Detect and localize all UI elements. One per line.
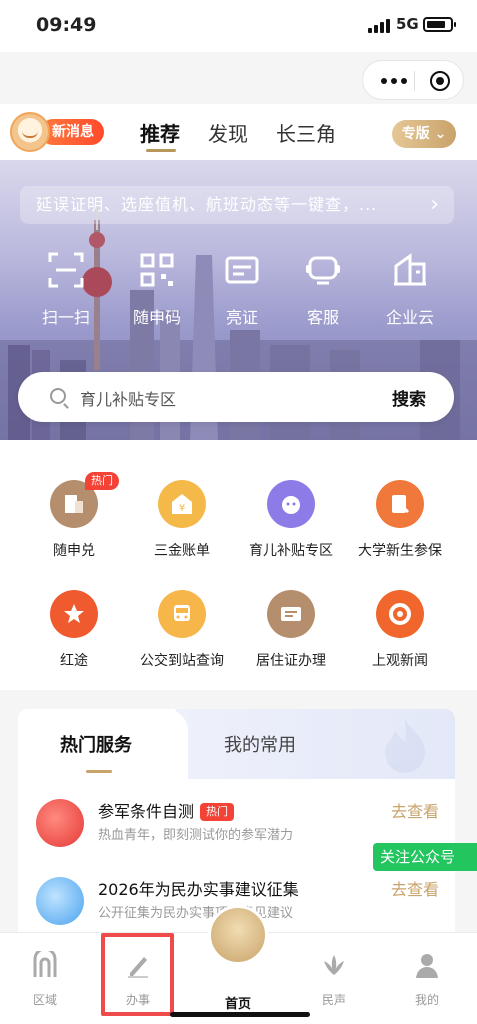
service-bus-query[interactable]: 公交到站查询 xyxy=(123,590,241,670)
nav-home-label[interactable]: 首页 xyxy=(208,993,268,1012)
nav-voice[interactable]: 民声 xyxy=(304,951,364,1008)
service-grid: 热门 随申兑 ¥ 三金账单 育儿补贴专区 大学新生参保 红途 公交到站查询 居住… xyxy=(0,440,477,690)
id-card-icon xyxy=(225,256,259,284)
profile-icon xyxy=(416,954,438,978)
network-type: 5G xyxy=(396,15,419,33)
edition-label: 专版 xyxy=(401,126,430,142)
item-title: 参军条件自测 热门 xyxy=(98,798,235,822)
nav-label: 区域 xyxy=(32,993,57,1007)
quick-action-label: 随申码 xyxy=(132,308,181,327)
service-fund-bill[interactable]: ¥ 三金账单 xyxy=(123,480,241,560)
quick-action-suishenma[interactable]: 随申码 xyxy=(117,252,197,328)
region-icon xyxy=(33,947,57,977)
capsule-divider xyxy=(414,71,415,91)
customer-service-icon xyxy=(306,256,340,285)
follow-official-account-button[interactable]: 关注公众号 xyxy=(373,843,477,871)
bus-icon xyxy=(158,590,206,638)
voice-icon xyxy=(324,955,344,975)
home-icon[interactable] xyxy=(208,905,268,965)
service-suishendui[interactable]: 热门 随申兑 xyxy=(15,472,133,560)
chevron-right-icon: › xyxy=(430,192,440,217)
enterprise-cloud-icon xyxy=(394,253,426,286)
hot-badge: 热门 xyxy=(85,472,119,490)
tab-recommend[interactable]: 推荐 xyxy=(140,118,180,147)
quick-action-label: 客服 xyxy=(306,308,339,327)
status-bar: 09:49 5G xyxy=(0,0,477,52)
service-student-insurance[interactable]: 大学新生参保 xyxy=(341,480,459,560)
flame-icon xyxy=(385,719,425,773)
quick-action-show-id[interactable]: 亮证 xyxy=(202,252,282,328)
quick-action-label: 扫一扫 xyxy=(41,308,90,327)
chevron-down-icon: ⌄ xyxy=(434,126,447,142)
hot-badge: 热门 xyxy=(200,803,235,821)
nav-region[interactable]: 区域 xyxy=(15,947,75,1008)
service-news[interactable]: 上观新闻 xyxy=(341,590,459,670)
item-title-text: 参军条件自测 xyxy=(98,802,195,821)
highlight-box xyxy=(101,933,174,1016)
suggestion-icon xyxy=(36,877,84,925)
quick-action-scan[interactable]: 扫一扫 xyxy=(26,252,106,328)
quick-action-label: 亮证 xyxy=(225,308,258,327)
notice-text: 延误证明、选座值机、航班动态等一键查，... xyxy=(36,195,378,214)
view-button[interactable]: 去查看 xyxy=(391,798,439,822)
top-nav: 新消息 推荐 发现 长三角 专版 ⌄ xyxy=(0,104,477,162)
student-insurance-icon xyxy=(376,480,424,528)
svg-text:¥: ¥ xyxy=(179,503,185,514)
more-icon[interactable] xyxy=(381,78,407,84)
quick-action-customer-service[interactable]: 客服 xyxy=(283,252,363,328)
nav-label: 我的 xyxy=(414,993,439,1007)
tab-discover[interactable]: 发现 xyxy=(208,118,248,147)
home-indicator xyxy=(170,1012,310,1017)
mascot-avatar[interactable] xyxy=(10,112,50,152)
tab-hot-services[interactable]: 热门服务 xyxy=(60,731,132,757)
close-miniprogram-icon[interactable] xyxy=(430,71,450,91)
service-label: 红途 xyxy=(60,653,88,669)
service-label: 大学新生参保 xyxy=(358,543,442,559)
tab-yangtze-delta[interactable]: 长三角 xyxy=(276,118,336,147)
miniprogram-capsule xyxy=(362,60,464,100)
active-tab-indicator xyxy=(86,770,112,773)
view-button[interactable]: 去查看 xyxy=(391,876,439,900)
signal-icon xyxy=(368,19,390,33)
search-icon xyxy=(50,388,66,404)
nav-profile[interactable]: 我的 xyxy=(397,951,457,1008)
qr-code-icon xyxy=(140,253,174,287)
childcare-subsidy-icon xyxy=(267,480,315,528)
item-subtitle: 热血青年，即刻测试你的参军潜力 xyxy=(98,828,294,843)
service-red-route[interactable]: 红途 xyxy=(15,590,133,670)
edition-selector[interactable]: 专版 ⌄ xyxy=(392,120,456,148)
service-label: 育儿补贴专区 xyxy=(249,543,333,559)
search-input[interactable]: 育儿补贴专区 xyxy=(80,386,176,410)
search-button[interactable]: 搜索 xyxy=(392,385,426,410)
search-bar[interactable]: 育儿补贴专区 搜索 xyxy=(18,372,454,422)
service-label: 三金账单 xyxy=(154,543,210,559)
hero-banner: 延误证明、选座值机、航班动态等一键查，... › 扫一扫 随申码 亮证 客服 企… xyxy=(0,160,477,440)
battery-icon xyxy=(423,17,456,32)
status-time: 09:49 xyxy=(36,14,97,36)
service-childcare-subsidy[interactable]: 育儿补贴专区 xyxy=(232,480,350,560)
service-label: 居住证办理 xyxy=(256,653,326,669)
service-label: 上观新闻 xyxy=(372,653,428,669)
tab-my-frequent[interactable]: 我的常用 xyxy=(224,731,296,757)
item-title: 2026年为民办实事建议征集 xyxy=(98,880,299,899)
active-tab-indicator xyxy=(146,149,176,152)
bottom-nav: 区域 办事 首页 民声 我的 xyxy=(0,905,477,1024)
red-route-icon xyxy=(50,590,98,638)
service-residence-permit[interactable]: 居住证办理 xyxy=(232,590,350,670)
residence-permit-icon xyxy=(267,590,315,638)
notice-banner[interactable]: 延误证明、选座值机、航班动态等一键查，... › xyxy=(20,186,454,224)
item-subtitle: 公开征集为民办实事项目意见建议 xyxy=(98,906,294,921)
fund-bill-icon: ¥ xyxy=(158,480,206,528)
news-icon xyxy=(376,590,424,638)
nav-label: 民声 xyxy=(321,993,346,1007)
quick-action-label: 企业云 xyxy=(385,308,434,327)
app-page: 09:49 5G 新消息 推荐 发现 长三角 专版 ⌄ 延误证明、选座值机、航班… xyxy=(0,0,477,1024)
service-label: 公交到站查询 xyxy=(140,653,224,669)
military-flag-icon xyxy=(36,799,84,847)
quick-action-enterprise-cloud[interactable]: 企业云 xyxy=(370,252,450,328)
service-label: 随申兑 xyxy=(53,543,95,559)
scan-icon xyxy=(48,252,84,288)
